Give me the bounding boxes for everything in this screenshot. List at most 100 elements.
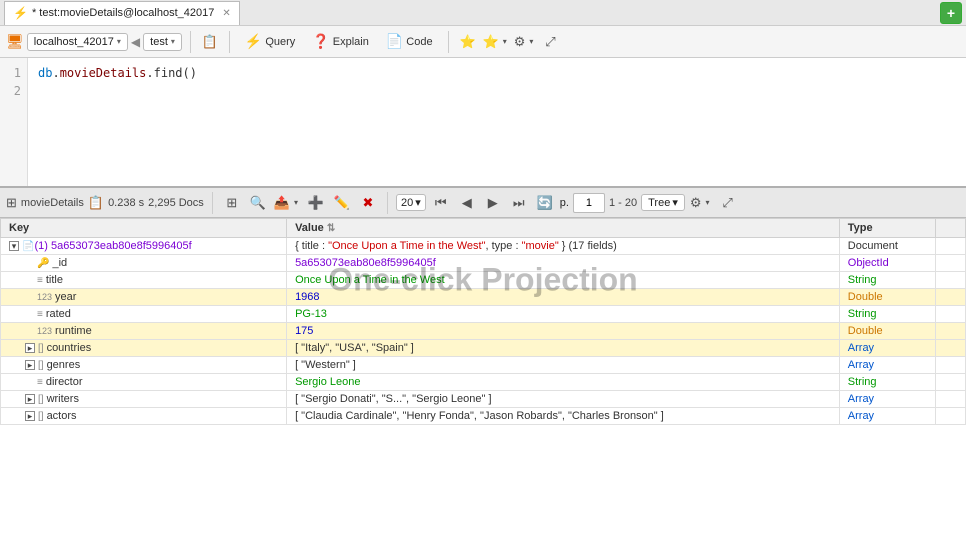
code-line-1: db.movieDetails.find() [38, 64, 956, 82]
row-type: String [839, 272, 935, 289]
server-icon: 🖥 [6, 33, 24, 50]
row-extra [936, 374, 966, 391]
explain-label: Explain [333, 36, 369, 48]
page-label: p. [560, 197, 569, 209]
query-button[interactable]: ⚡ Query [238, 30, 302, 53]
refresh-btn[interactable]: 🔄 [534, 192, 556, 214]
doc-count: 2,295 Docs [148, 197, 204, 209]
key-text: genres [47, 359, 81, 371]
key-type-icon: ≡ [37, 275, 43, 286]
code-icon: 📄 [386, 33, 403, 50]
save-favorite-btn[interactable]: ⭐ [457, 31, 479, 53]
query-icon: ⚡ [245, 33, 262, 50]
active-tab[interactable]: ⚡ * test:movieDetails@localhost_42017 ✕ [4, 1, 240, 25]
table-row[interactable]: ▸[]countries[ "Italy", "USA", "Spain" ]A… [1, 340, 966, 357]
next-page-btn[interactable]: ▶ [482, 192, 504, 214]
key-text: year [55, 291, 76, 303]
more-options-btn[interactable]: ⚙ [513, 31, 537, 53]
page-size-select[interactable]: 20 ▾ [396, 194, 426, 211]
doc-icon: 📄 [22, 241, 34, 252]
query-time: 0.238 s [108, 197, 144, 209]
table-row[interactable]: ≡directorSergio LeoneString [1, 374, 966, 391]
tab-close-btn[interactable]: ✕ [222, 8, 230, 19]
row-value: [ "Sergio Donati", "S...", "Sergio Leone… [287, 391, 840, 408]
row-key: 🔑_id [1, 255, 287, 272]
bookmark-section: ⭐ ⭐ ⚙ ⤢ [457, 31, 562, 53]
add-doc-btn[interactable]: ➕ [305, 192, 327, 214]
last-page-btn[interactable]: ⏭ [508, 192, 530, 214]
tab-bar: ⚡ * test:movieDetails@localhost_42017 ✕ … [0, 0, 966, 26]
code-collection: movieDetails [60, 66, 147, 80]
row-key: 123year [1, 289, 287, 306]
page-size-arrow: ▾ [415, 196, 421, 209]
code-button[interactable]: 📄 Code [379, 30, 440, 53]
table-row[interactable]: ▾📄(1) 5a653073eab80e8f5996405f{ title : … [1, 238, 966, 255]
table-row[interactable]: ▸[]genres[ "Western" ]Array [1, 357, 966, 374]
key-text: _id [52, 257, 67, 269]
row-extra [936, 272, 966, 289]
more-favorites-btn[interactable]: ⭐ [482, 31, 510, 53]
table-row[interactable]: 123year1968Double [1, 289, 966, 306]
collection-label: test [150, 36, 168, 48]
collection-select[interactable]: test ▾ [143, 33, 182, 51]
expand-btn-row[interactable]: ▾ [9, 241, 19, 251]
key-type-icon: ≡ [37, 309, 43, 320]
table-row[interactable]: 123runtime175Double [1, 323, 966, 340]
expand-btn-toolbar[interactable]: ⤢ [539, 31, 561, 53]
expand-btn-row[interactable]: ▸ [25, 360, 35, 370]
page-input[interactable] [573, 193, 605, 213]
key-type-icon: [] [38, 360, 44, 371]
export-btn[interactable]: 📤 [273, 192, 301, 214]
prev-page-btn[interactable]: ◀ [456, 192, 478, 214]
table-row[interactable]: ≡ratedPG-13String [1, 306, 966, 323]
results-sep-2 [387, 192, 388, 214]
first-page-btn[interactable]: ⏮ [430, 192, 452, 214]
toolbar-sep-3 [448, 31, 449, 53]
row-extra [936, 306, 966, 323]
row-key: ▸[]genres [1, 357, 287, 374]
key-type-icon: 123 [37, 292, 52, 302]
code-find: .find() [146, 66, 197, 80]
key-text: director [46, 376, 83, 388]
code-dot: . [52, 66, 59, 80]
key-type-icon: [] [38, 411, 44, 422]
value-sort-icon: ⇅ [327, 223, 335, 234]
row-value: [ "Claudia Cardinale", "Henry Fonda", "J… [287, 408, 840, 425]
row-type: ObjectId [839, 255, 935, 272]
row-extra [936, 340, 966, 357]
explain-button[interactable]: ❓ Explain [305, 30, 376, 53]
expand-btn-row[interactable]: ▸ [25, 343, 35, 353]
key-type-icon: 🔑 [37, 258, 49, 269]
fullscreen-btn[interactable]: ⤢ [717, 192, 739, 214]
row-key: ≡rated [1, 306, 287, 323]
code-content[interactable]: db.movieDetails.find() [28, 58, 966, 186]
toolbar-sep-1 [190, 31, 191, 53]
table-row[interactable]: ≡titleOnce Upon a Time in the WestString [1, 272, 966, 289]
server-select[interactable]: localhost_42017 ▾ [27, 33, 128, 51]
edit-doc-btn[interactable]: ✏️ [331, 192, 353, 214]
page-range: 1 - 20 [609, 197, 637, 209]
row-extra [936, 391, 966, 408]
new-tab-btn[interactable]: + [940, 2, 962, 24]
server-dropdown-arrow: ▾ [117, 37, 121, 46]
row-type: Array [839, 408, 935, 425]
table-row[interactable]: ▸[]actors[ "Claudia Cardinale", "Henry F… [1, 408, 966, 425]
query-section: ⚡ Query ❓ Explain 📄 Code [238, 30, 440, 53]
view-mode-select[interactable]: Tree ▾ [641, 194, 685, 211]
table-row[interactable]: 🔑_id5a653073eab80e8f5996405fObjectId [1, 255, 966, 272]
favorite-icon-btn[interactable]: 📋 [199, 31, 221, 53]
expand-btn-row[interactable]: ▸ [25, 411, 35, 421]
connection-section: 🖥 localhost_42017 ▾ ◀ test ▾ [6, 33, 182, 51]
tab-icon: ⚡ [13, 6, 28, 20]
row-key: ▾📄(1) 5a653073eab80e8f5996405f [1, 238, 287, 255]
table-row[interactable]: ▸[]writers[ "Sergio Donati", "S...", "Se… [1, 391, 966, 408]
delete-doc-btn[interactable]: ✖ [357, 192, 379, 214]
query-label: Query [265, 36, 295, 48]
key-text: title [46, 274, 63, 286]
display-options-btn[interactable]: ⊞ [221, 192, 243, 214]
expand-btn-row[interactable]: ▸ [25, 394, 35, 404]
row-extra [936, 323, 966, 340]
grid-options-btn[interactable]: ⚙ [689, 192, 713, 214]
col-header-extra [936, 219, 966, 238]
search-btn[interactable]: 🔍 [247, 192, 269, 214]
